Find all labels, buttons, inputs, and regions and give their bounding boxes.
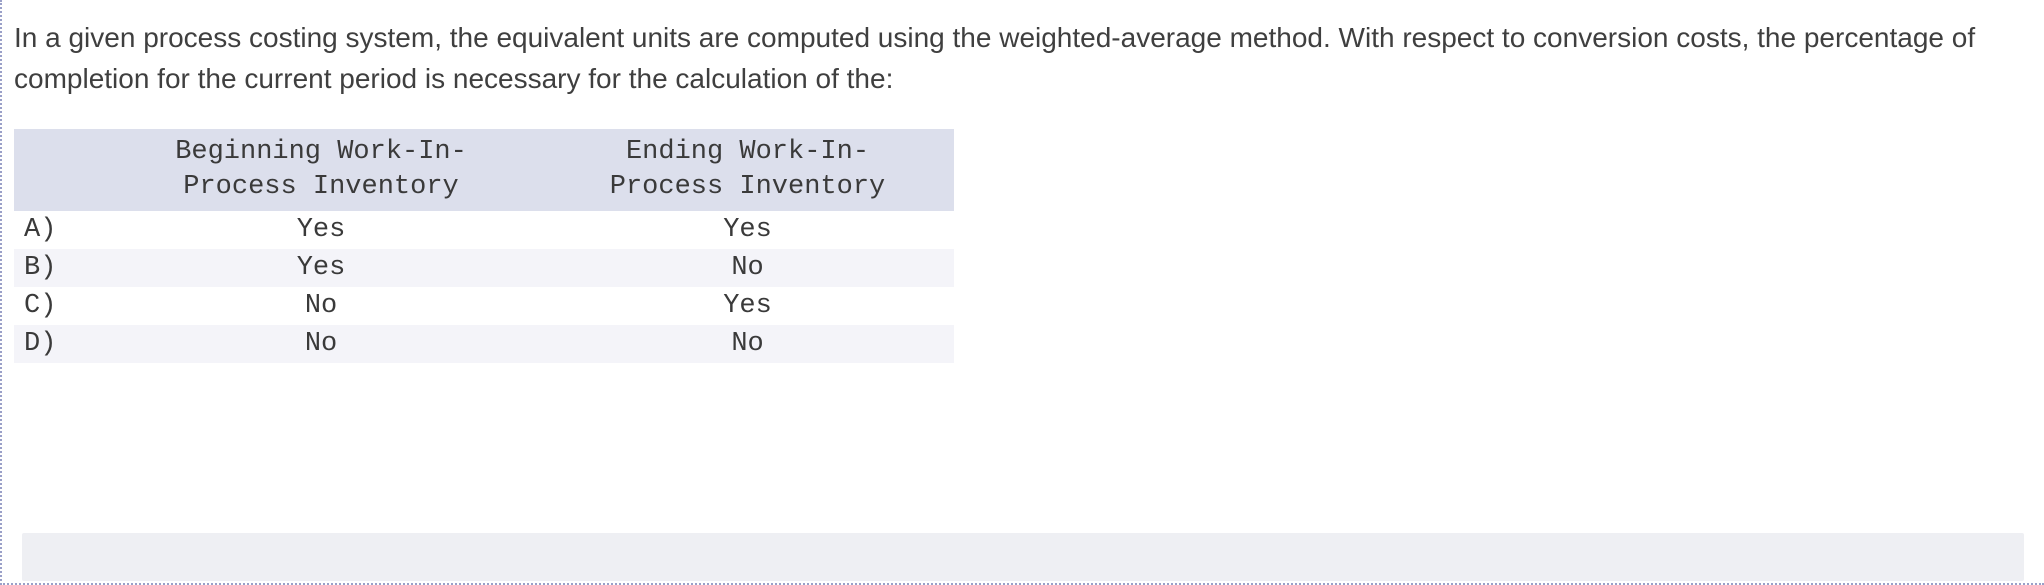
option-begin-wip: Yes: [102, 211, 540, 249]
option-end-wip: No: [540, 325, 954, 363]
table-header-blank: [14, 129, 102, 211]
table-row: C) No Yes: [14, 287, 954, 325]
option-end-wip: No: [540, 249, 954, 287]
table-row: D) No No: [14, 325, 954, 363]
option-begin-wip: Yes: [102, 249, 540, 287]
options-table-scroll[interactable]: Beginning Work-In- Process Inventory End…: [14, 129, 954, 363]
option-end-wip: Yes: [540, 287, 954, 325]
option-begin-wip: No: [102, 325, 540, 363]
option-label: D): [14, 325, 102, 363]
option-label: C): [14, 287, 102, 325]
question-text: In a given process costing system, the e…: [14, 18, 2024, 99]
option-label: A): [14, 211, 102, 249]
table-header-beginning-wip: Beginning Work-In- Process Inventory: [102, 129, 540, 211]
table-row: B) Yes No: [14, 249, 954, 287]
option-label: B): [14, 249, 102, 287]
option-end-wip: Yes: [540, 211, 954, 249]
table-header-row: Beginning Work-In- Process Inventory End…: [14, 129, 954, 211]
option-begin-wip: No: [102, 287, 540, 325]
question-container: In a given process costing system, the e…: [0, 0, 2044, 585]
footer-bar: [22, 533, 2024, 581]
table-row: A) Yes Yes: [14, 211, 954, 249]
table-header-ending-wip: Ending Work-In- Process Inventory: [540, 129, 954, 211]
options-table: Beginning Work-In- Process Inventory End…: [14, 129, 954, 363]
